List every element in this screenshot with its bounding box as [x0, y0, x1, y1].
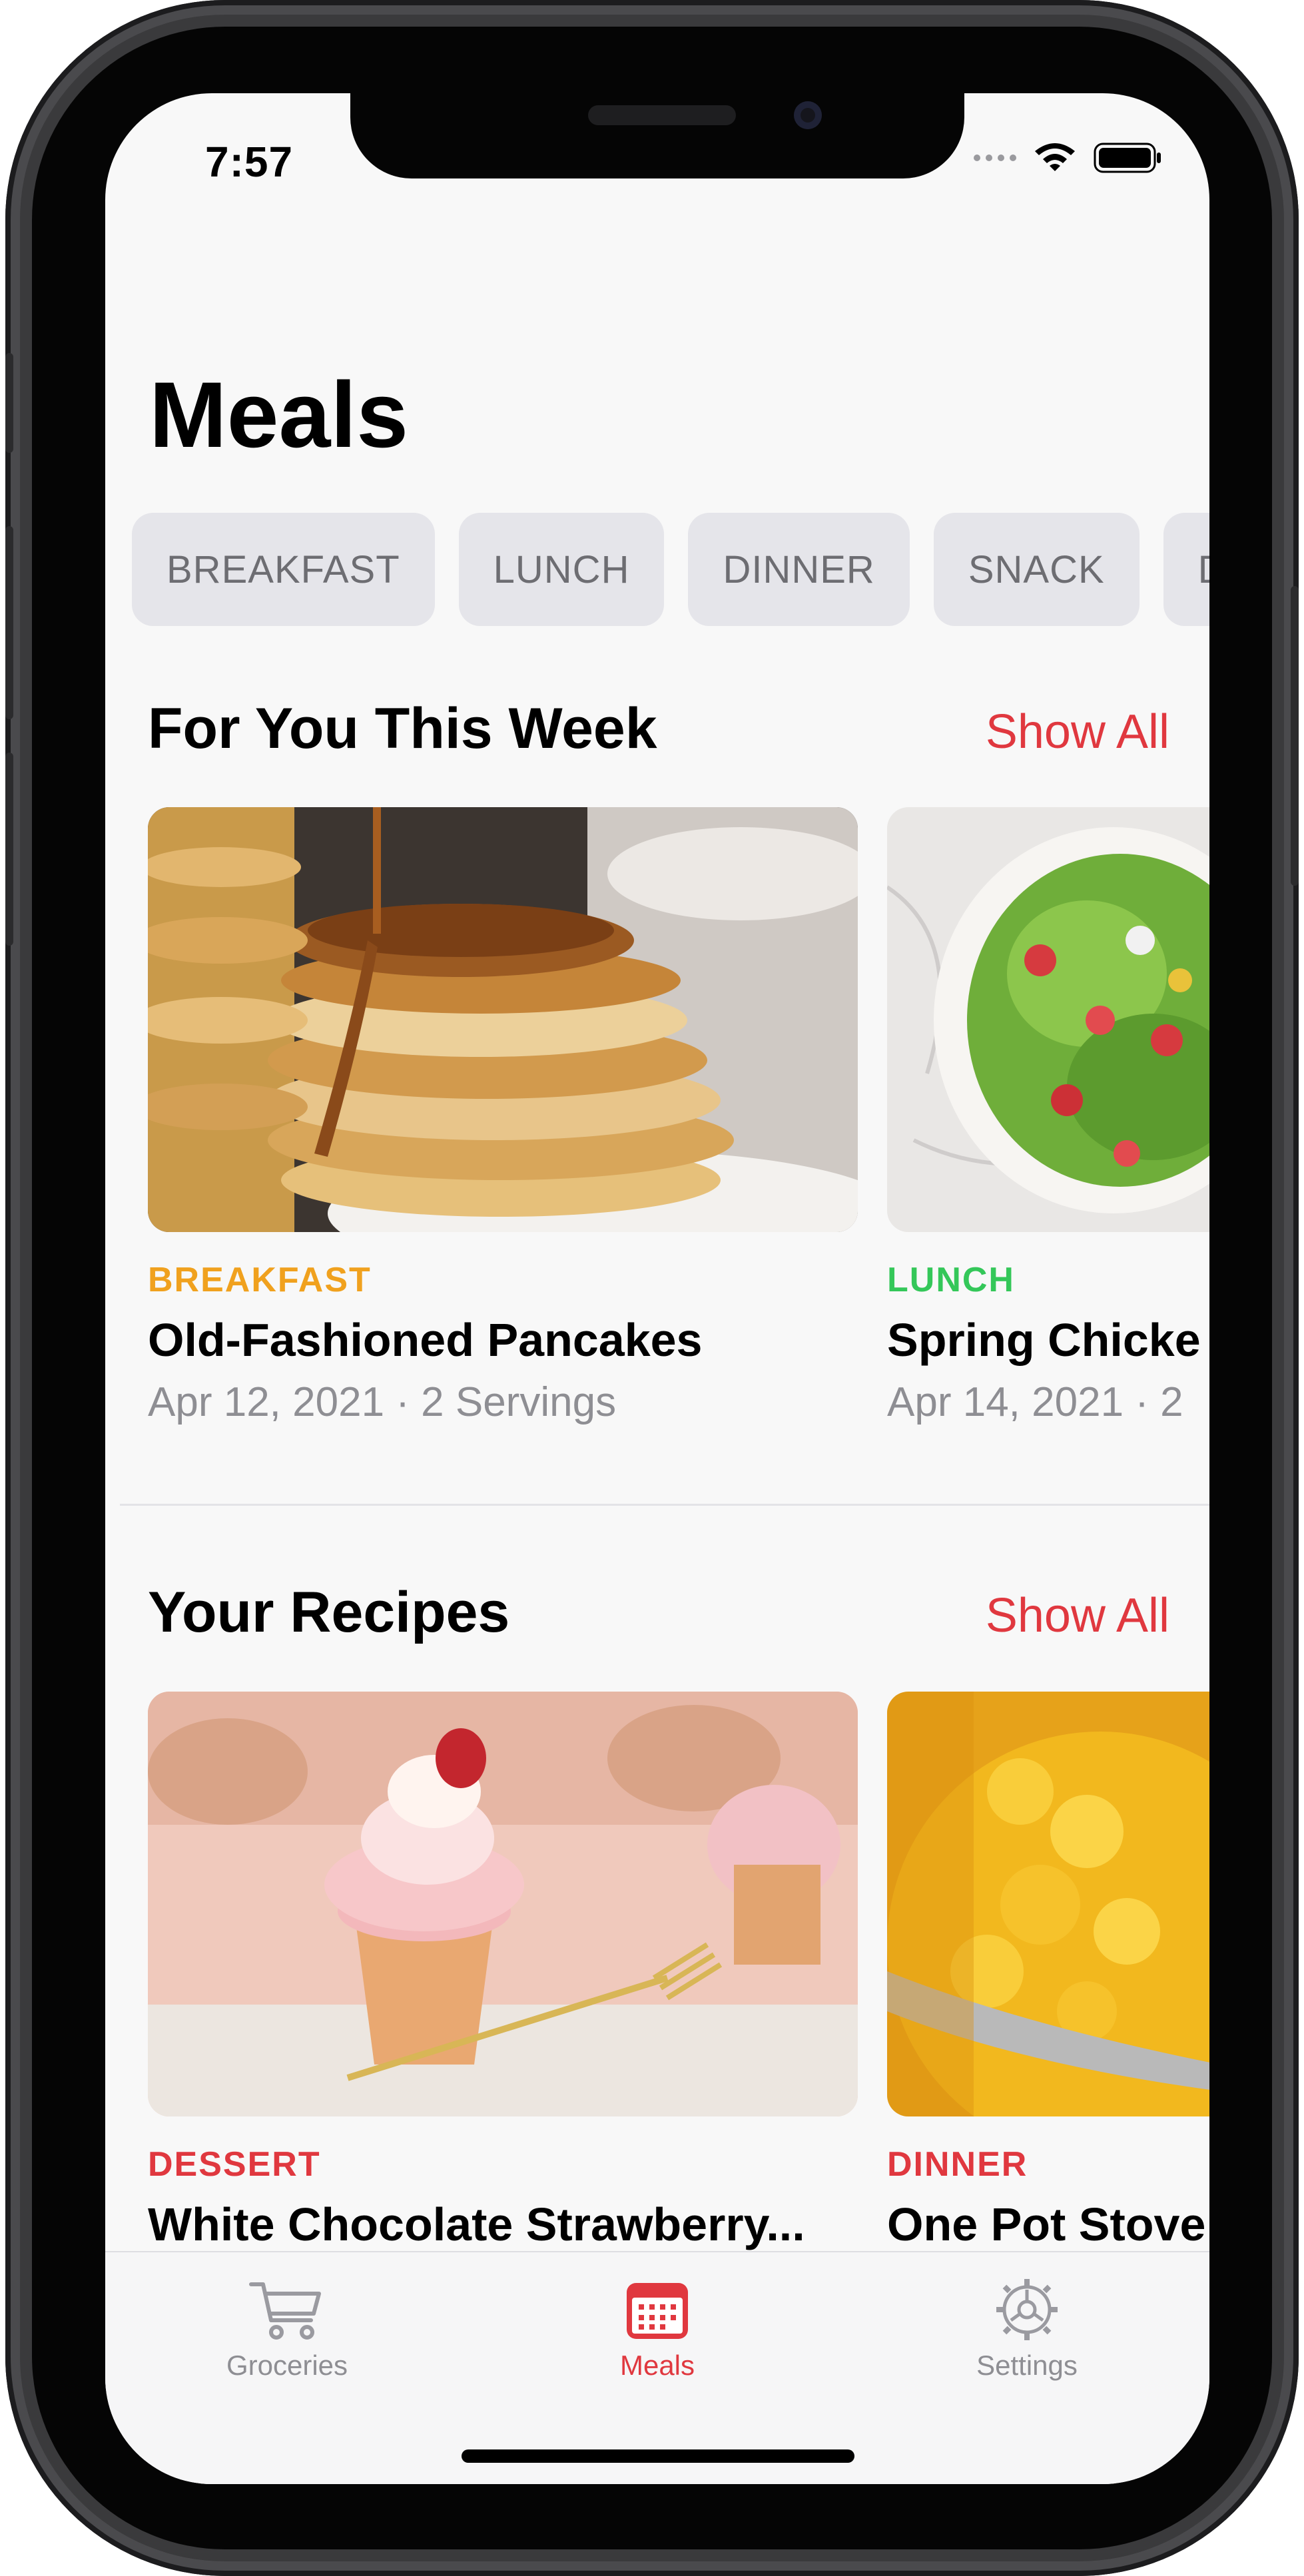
card-category: DESSERT	[148, 2145, 321, 2184]
scroll-content[interactable]: Meals BREAKFAST LUNCH DINNER SNACK D For…	[105, 93, 1209, 2251]
tab-label: Meals	[619, 2350, 695, 2381]
home-indicator[interactable]	[462, 2449, 854, 2463]
tab-settings[interactable]: Settings	[927, 2276, 1127, 2382]
app-screen: Meals BREAKFAST LUNCH DINNER SNACK D For…	[105, 93, 1209, 2484]
chip-breakfast[interactable]: BREAKFAST	[132, 513, 435, 626]
section-title-your-recipes: Your Recipes	[148, 1580, 510, 1644]
calendar-icon	[627, 2283, 688, 2339]
cart-icon	[249, 2282, 321, 2340]
pancakes-photo	[148, 807, 858, 1232]
chip-dinner[interactable]: DINNER	[688, 513, 910, 626]
power-button	[1291, 586, 1299, 886]
chip-snack[interactable]: SNACK	[933, 513, 1140, 626]
card-title: Old-Fashioned Pancakes	[148, 1314, 703, 1366]
recipe-card[interactable]: DESSERT White Chocolate Strawberry...	[148, 1692, 858, 2251]
status-time: 7:57	[205, 138, 294, 186]
notch	[350, 93, 964, 178]
card-title: One Pot Stove	[887, 2198, 1206, 2250]
show-all-recipes-button[interactable]: Show All	[986, 1588, 1169, 1643]
card-category: DINNER	[887, 2145, 1028, 2184]
chip-lunch[interactable]: LUNCH	[458, 513, 665, 626]
card-title: Spring Chicke	[887, 1314, 1201, 1366]
recipes-carousel[interactable]: DESSERT White Chocolate Strawberry... DI…	[148, 1692, 1209, 2251]
battery-icon	[1094, 143, 1161, 173]
cupcake-photo	[148, 1692, 858, 2116]
gear-icon	[996, 2279, 1058, 2340]
card-meta: Apr 14, 2021 · 2	[887, 1379, 1183, 1425]
recipe-card[interactable]: DINNER One Pot Stove	[887, 1692, 1209, 2251]
cellular-signal-icon	[974, 155, 1016, 161]
section-divider	[120, 1504, 1209, 1506]
meal-card[interactable]: LUNCH Spring Chicke Apr 14, 2021 · 2	[887, 807, 1209, 1426]
salad-photo	[887, 807, 1209, 1232]
tab-label: Settings	[976, 2350, 1078, 2381]
volume-down-button	[5, 753, 13, 946]
chip-dessert[interactable]: D	[1163, 513, 1209, 626]
tab-label: Groceries	[226, 2350, 348, 2381]
mute-switch	[5, 353, 13, 453]
wifi-icon	[1035, 143, 1075, 171]
mac-and-cheese-photo	[887, 1692, 1209, 2116]
card-title: White Chocolate Strawberry...	[148, 2198, 805, 2250]
tab-groceries[interactable]: Groceries	[187, 2276, 387, 2382]
card-category: BREAKFAST	[148, 1261, 372, 1299]
show-all-for-you-button[interactable]: Show All	[986, 705, 1169, 759]
section-title-for-you: For You This Week	[148, 697, 657, 761]
tab-meals[interactable]: Meals	[557, 2276, 757, 2382]
card-category: LUNCH	[887, 1261, 1015, 1299]
phone-frame: Meals BREAKFAST LUNCH DINNER SNACK D For…	[5, 0, 1299, 2576]
for-you-carousel[interactable]: BREAKFAST Old-Fashioned Pancakes Apr 12,…	[148, 807, 1209, 1426]
front-camera	[794, 101, 822, 129]
category-chips[interactable]: BREAKFAST LUNCH DINNER SNACK D	[132, 513, 1209, 626]
status-icons	[974, 141, 1163, 174]
page-title: Meals	[149, 362, 409, 467]
card-meta: Apr 12, 2021 · 2 Servings	[148, 1379, 617, 1425]
speaker-grille	[588, 105, 736, 125]
meal-card[interactable]: BREAKFAST Old-Fashioned Pancakes Apr 12,…	[148, 807, 858, 1426]
volume-up-button	[5, 526, 13, 719]
